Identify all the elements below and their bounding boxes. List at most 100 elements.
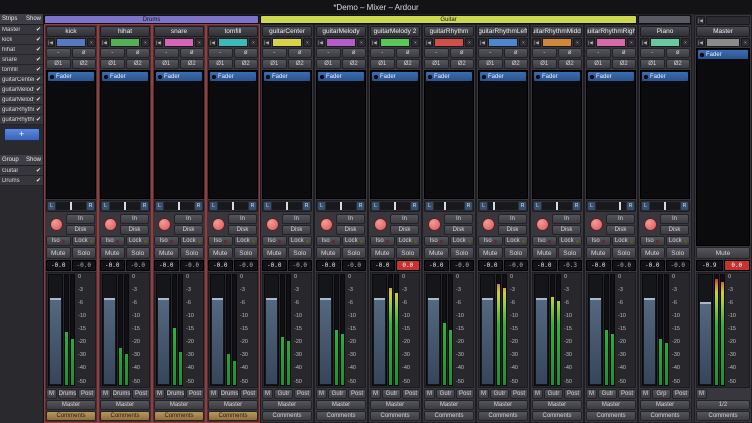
pan-track[interactable] <box>542 202 572 210</box>
strip-close-icon[interactable]: × <box>465 38 474 47</box>
mute-button[interactable]: Mute <box>100 247 125 259</box>
output-button[interactable]: Master <box>640 400 690 410</box>
fader-processor[interactable]: Fader <box>156 72 202 81</box>
monitor-disk-button[interactable]: Disk <box>606 225 635 235</box>
polarity-1-button[interactable]: Ø1 <box>46 59 71 69</box>
record-arm-button[interactable] <box>158 218 171 231</box>
sidebar-group-row[interactable]: Guitar✔ <box>0 166 43 176</box>
solo-iso-button[interactable]: Iso <box>262 236 287 246</box>
peak-display[interactable]: -0.0 <box>72 260 97 271</box>
output-button[interactable]: Master <box>154 400 204 410</box>
sidebar-strip-row[interactable]: kick✔ <box>0 35 43 45</box>
monitor-input-button[interactable]: In <box>174 214 203 224</box>
panner[interactable]: L R <box>262 200 312 212</box>
peak-display[interactable]: -0.0 <box>126 260 151 271</box>
sidebar-group-row[interactable]: Drums✔ <box>0 176 43 186</box>
input-button[interactable]: - <box>424 48 449 58</box>
solo-lock-button[interactable]: Lock <box>126 236 151 246</box>
solo-lock-button[interactable]: Lock <box>504 236 529 246</box>
record-arm-button[interactable] <box>536 218 549 231</box>
peak-display[interactable]: -0.0 <box>234 260 259 271</box>
solo-iso-button[interactable]: Iso <box>370 236 395 246</box>
strip-name-button[interactable]: Piano <box>640 26 690 37</box>
solo-lock-button[interactable]: Lock <box>396 236 421 246</box>
polarity-2-button[interactable]: Ø2 <box>126 59 151 69</box>
input-button[interactable]: - <box>532 48 557 58</box>
polarity-2-button[interactable]: Ø2 <box>234 59 259 69</box>
group-button[interactable]: Drums <box>112 389 131 399</box>
solo-lock-button[interactable]: Lock <box>450 236 475 246</box>
master-collapse-icon[interactable]: |◀ <box>696 16 705 25</box>
visible-checkbox[interactable]: ✔ <box>36 56 41 63</box>
strip-name-button[interactable]: snare <box>154 26 204 37</box>
processor-box[interactable]: Fader <box>532 70 582 199</box>
peak-display[interactable]: -0.0 <box>450 260 475 271</box>
solo-button[interactable]: Solo <box>288 247 313 259</box>
strip-name-button[interactable]: guitarCenter <box>262 26 312 37</box>
visible-checkbox[interactable]: ✔ <box>36 26 41 33</box>
input-button[interactable]: - <box>586 48 611 58</box>
solo-iso-button[interactable]: Iso <box>532 236 557 246</box>
monitor-disk-button[interactable]: Disk <box>336 225 365 235</box>
polarity-2-button[interactable]: Ø2 <box>342 59 367 69</box>
visible-checkbox[interactable]: ✔ <box>36 66 41 73</box>
mute-button[interactable]: Mute <box>586 247 611 259</box>
group-tab[interactable] <box>638 15 691 24</box>
strip-width-icon[interactable]: |◀ <box>586 38 595 47</box>
gain-display[interactable]: -0.0 <box>262 260 287 271</box>
gain-display[interactable]: -0.0 <box>208 260 233 271</box>
pan-track[interactable] <box>650 202 680 210</box>
solo-button[interactable]: Solo <box>612 247 637 259</box>
output-button[interactable]: Master <box>316 400 366 410</box>
pan-position-marker[interactable] <box>664 202 666 210</box>
monitor-input-button[interactable]: In <box>552 214 581 224</box>
solo-iso-button[interactable]: Iso <box>154 236 179 246</box>
fader-processor[interactable]: Fader <box>102 72 148 81</box>
monitor-disk-button[interactable]: Disk <box>120 225 149 235</box>
add-strip-button[interactable]: + <box>4 128 40 141</box>
solo-button[interactable]: Solo <box>504 247 529 259</box>
solo-lock-button[interactable]: Lock <box>234 236 259 246</box>
gain-display[interactable]: -0.0 <box>46 260 71 271</box>
polarity-2-button[interactable]: Ø2 <box>450 59 475 69</box>
strip-color-swatch[interactable] <box>326 38 356 47</box>
processor-led[interactable] <box>536 75 540 79</box>
mute-button[interactable]: Mute <box>316 247 341 259</box>
master-peak-display[interactable]: 0.0 <box>724 260 751 271</box>
strip-name-button[interactable]: kick <box>46 26 96 37</box>
fader-handle[interactable] <box>320 298 331 384</box>
record-arm-button[interactable] <box>644 218 657 231</box>
polarity-1-button[interactable]: Ø1 <box>640 59 665 69</box>
master-color-swatch[interactable] <box>706 38 740 47</box>
pan-track[interactable] <box>272 202 302 210</box>
visible-checkbox[interactable]: ✔ <box>36 177 41 184</box>
polarity-2-button[interactable]: Ø2 <box>612 59 637 69</box>
strip-name-button[interactable]: guitarRhythmRight <box>586 26 636 37</box>
pan-track[interactable] <box>434 202 464 210</box>
fader-processor[interactable]: Fader <box>588 72 634 81</box>
polarity-2-button[interactable]: Ø2 <box>666 59 691 69</box>
sidebar-strip-row[interactable]: guitarCenter✔ <box>0 75 43 85</box>
master-width-icon[interactable]: |◀ <box>696 38 705 47</box>
gain-fader[interactable] <box>210 274 225 386</box>
strip-color-swatch[interactable] <box>110 38 140 47</box>
comments-button[interactable]: Comments <box>640 411 690 421</box>
fader-processor[interactable]: Fader <box>534 72 580 81</box>
metering-button[interactable]: M <box>586 389 597 399</box>
metering-button[interactable]: M <box>46 389 57 399</box>
strip-width-icon[interactable]: |◀ <box>154 38 163 47</box>
fader-handle[interactable] <box>50 298 61 384</box>
mute-button[interactable]: Mute <box>154 247 179 259</box>
meter-point-button[interactable]: Post <box>294 389 312 399</box>
strip-width-icon[interactable]: |◀ <box>100 38 109 47</box>
solo-iso-button[interactable]: Iso <box>46 236 71 246</box>
master-mute-button[interactable]: Mute <box>696 247 750 259</box>
output-button[interactable]: Master <box>586 400 636 410</box>
meter-point-button[interactable]: Post <box>348 389 366 399</box>
strip-name-button[interactable]: guitarRhythmLeft <box>478 26 528 37</box>
strip-close-icon[interactable]: × <box>573 38 582 47</box>
polarity-2-button[interactable]: Ø2 <box>72 59 97 69</box>
fader-processor[interactable]: Fader <box>318 72 364 81</box>
pan-track[interactable] <box>110 202 140 210</box>
comments-button[interactable]: Comments <box>46 411 96 421</box>
